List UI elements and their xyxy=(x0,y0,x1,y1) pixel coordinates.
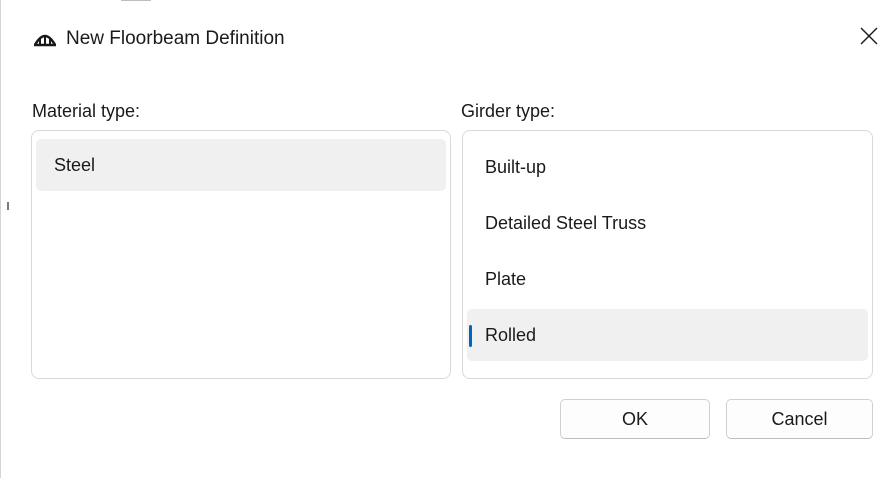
window-edge-mark xyxy=(7,202,9,210)
close-icon xyxy=(860,27,878,50)
list-item-label: Detailed Steel Truss xyxy=(485,213,647,233)
girder-item-detailed-steel-truss[interactable]: Detailed Steel Truss xyxy=(467,197,868,249)
title-bar[interactable]: New Floorbeam Definition xyxy=(1,0,892,68)
girder-item-rolled[interactable]: Rolled xyxy=(467,309,868,361)
ok-button[interactable]: OK xyxy=(560,399,710,439)
girder-item-plate[interactable]: Plate xyxy=(467,253,868,305)
cancel-button[interactable]: Cancel xyxy=(726,399,873,439)
close-button[interactable] xyxy=(851,20,887,56)
material-type-label: Material type: xyxy=(32,101,141,121)
list-item-label: Rolled xyxy=(485,325,537,345)
girder-type-label: Girder type: xyxy=(461,101,556,121)
material-item-steel[interactable]: Steel xyxy=(36,139,446,191)
list-item-label: Steel xyxy=(54,155,96,175)
girder-type-list[interactable]: Built-up Detailed Steel Truss Plate Roll… xyxy=(462,130,873,379)
dialog-title: New Floorbeam Definition xyxy=(66,28,285,49)
list-item-label: Plate xyxy=(485,269,527,289)
list-item-label: Built-up xyxy=(485,157,547,177)
girder-item-built-up[interactable]: Built-up xyxy=(467,141,868,193)
selection-indicator xyxy=(469,325,472,347)
new-floorbeam-dialog: New Floorbeam Definition Material type: … xyxy=(0,0,892,478)
material-type-list[interactable]: Steel xyxy=(31,130,451,379)
bridge-arch-icon xyxy=(33,29,57,47)
